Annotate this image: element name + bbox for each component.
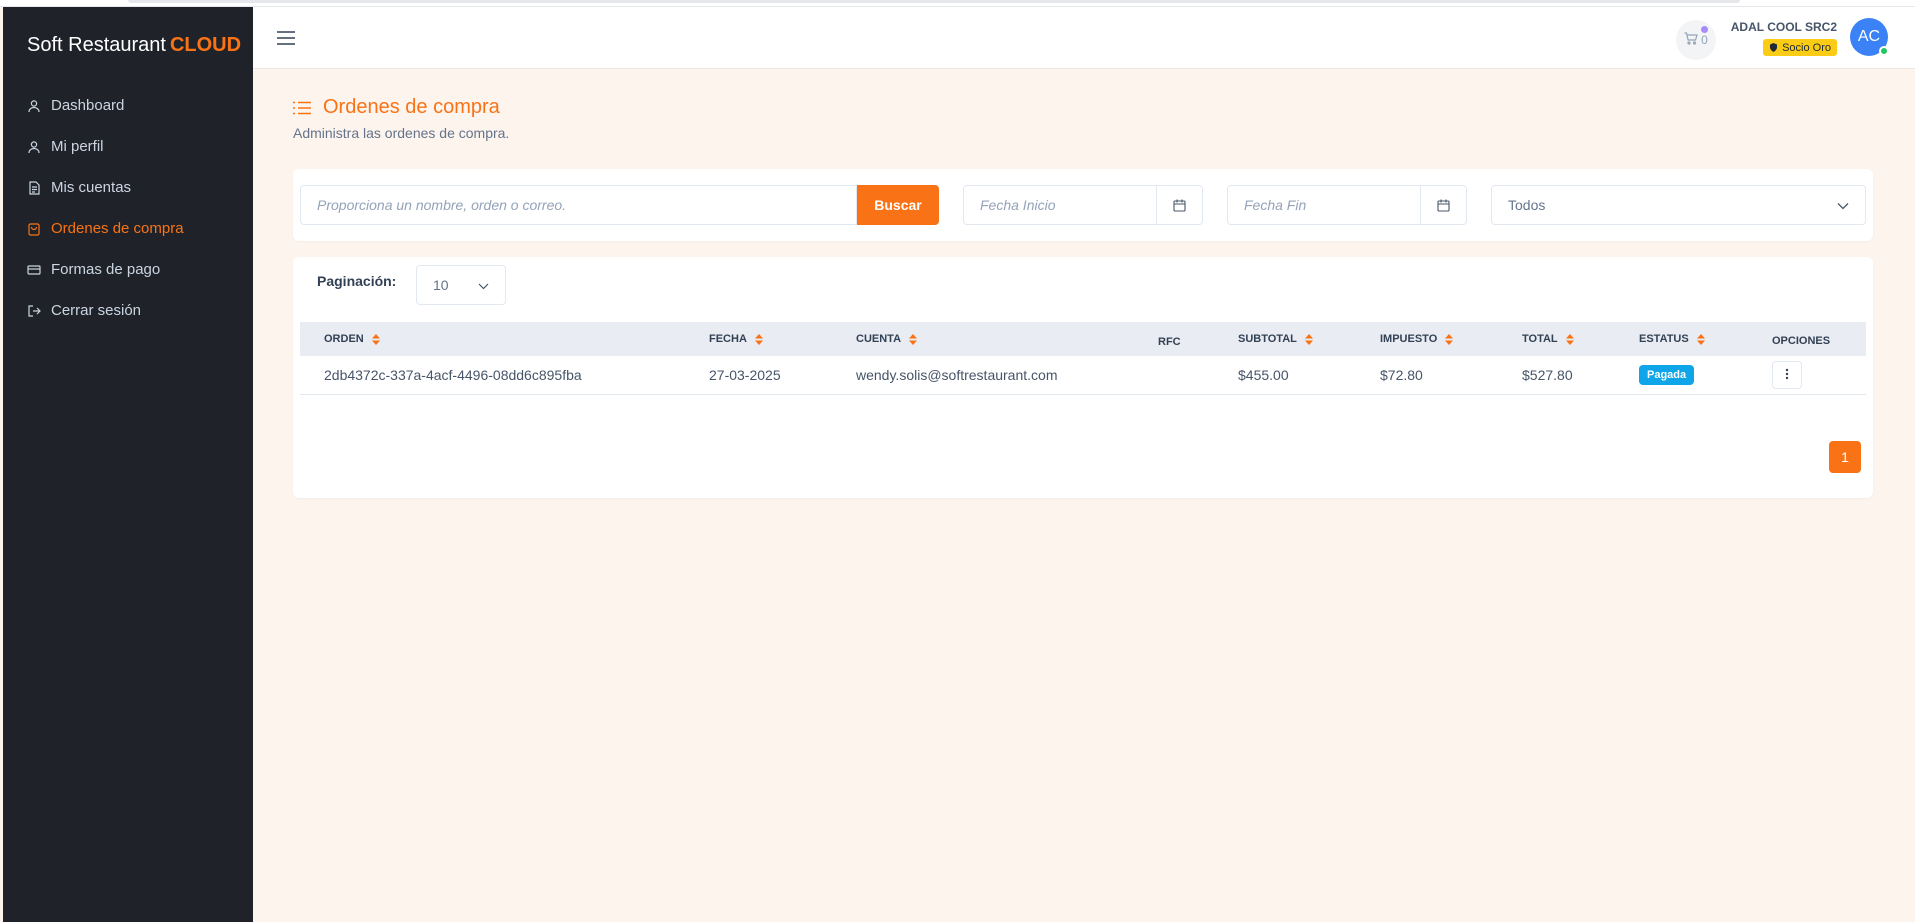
page-size-value: 10 (433, 277, 449, 293)
sidebar-item-cerrar-sesion[interactable]: Cerrar sesión (3, 290, 253, 331)
sidebar-item-formas-de-pago[interactable]: Formas de pago (3, 249, 253, 290)
column-header-rfc: RFC (1158, 336, 1181, 348)
pagination-label: Paginación: (317, 273, 397, 289)
cell-rfc (1134, 356, 1214, 394)
calendar-icon[interactable] (1420, 186, 1466, 224)
chevron-down-icon (1837, 197, 1849, 213)
brand-logo[interactable]: Soft Restaurant CLOUD (27, 34, 241, 57)
column-header-estatus[interactable]: ESTATUS (1615, 322, 1748, 356)
sort-icon[interactable] (909, 333, 918, 345)
sort-icon[interactable] (1696, 333, 1705, 345)
sidebar-item-label: Mi perfil (51, 138, 104, 155)
user-icon (27, 99, 41, 113)
brand-accent: CLOUD (169, 34, 242, 56)
credit-card-icon (27, 263, 41, 277)
membership-badge: Socio Oro (1763, 39, 1837, 56)
column-header-cuenta[interactable]: CUENTA (832, 322, 1134, 356)
date-end-field (1227, 185, 1467, 225)
table-row: 2db4372c-337a-4acf-4496-08dd6c895fba 27-… (300, 356, 1866, 394)
logout-icon (27, 304, 41, 318)
sidebar-item-ordenes-de-compra[interactable]: Ordenes de compra (3, 208, 253, 249)
sidebar-item-label: Cerrar sesión (51, 302, 142, 319)
date-end-input[interactable] (1228, 186, 1420, 224)
sidebar: Soft Restaurant CLOUD Dashboard Mi perfil… (3, 7, 253, 922)
sidebar-item-mi-perfil[interactable]: Mi perfil (3, 126, 253, 167)
list-icon (293, 101, 311, 115)
column-header-subtotal[interactable]: SUBTOTAL (1214, 322, 1356, 356)
page-size-select[interactable]: 10 (416, 265, 506, 305)
cell-subtotal: $455.00 (1238, 366, 1289, 383)
page-title: Ordenes de compra (293, 96, 500, 119)
status-badge: Pagada (1639, 364, 1695, 385)
calendar-icon[interactable] (1156, 186, 1202, 224)
cell-total: $527.80 (1522, 366, 1573, 383)
search-input[interactable] (300, 185, 857, 225)
sidebar-item-label: Formas de pago (51, 261, 161, 278)
top-header: 0 ADAL COOL SRC2 Socio Oro AC (253, 7, 1915, 69)
hamburger-menu-icon[interactable] (277, 31, 295, 45)
column-header-total[interactable]: TOTAL (1498, 322, 1615, 356)
cell-fecha: 27-03-2025 (709, 366, 781, 383)
column-header-orden[interactable]: ORDEN (300, 322, 685, 356)
column-header-fecha[interactable]: FECHA (685, 322, 832, 356)
column-header-opciones: OPCIONES (1772, 335, 1831, 347)
shield-icon (1769, 43, 1778, 52)
browser-tab-edge (128, 0, 1740, 3)
search-button[interactable]: Buscar (857, 185, 939, 225)
user-name: ADAL COOL SRC2 (1730, 20, 1837, 34)
sidebar-item-label: Ordenes de compra (51, 220, 184, 237)
user-icon (27, 140, 41, 154)
table-header-row: ORDEN FECHA CUENTA RFC SUBTOTAL IMPUESTO… (300, 322, 1866, 356)
status-filter-value: Todos (1508, 197, 1546, 213)
sort-icon[interactable] (754, 333, 763, 345)
notification-dot (1701, 26, 1708, 33)
orders-table: ORDEN FECHA CUENTA RFC SUBTOTAL IMPUESTO… (300, 322, 1866, 395)
page-heading: Ordenes de compra (323, 96, 500, 118)
online-status-dot (1879, 46, 1889, 56)
cart-icon (1684, 32, 1698, 48)
cell-cuenta: wendy.solis@softrestaurant.com (856, 366, 1058, 383)
avatar-initials: AC (1857, 28, 1881, 45)
bag-icon (27, 222, 41, 236)
filters-card: Buscar Todos (293, 169, 1873, 241)
orders-table-card: Paginación: 10 ORDEN FECHA CUENTA RFC SU… (293, 257, 1873, 498)
pagination-page-button[interactable]: 1 (1829, 441, 1861, 473)
more-vertical-icon (1785, 367, 1789, 383)
page-subtitle: Administra las ordenes de compra. (293, 125, 510, 141)
date-start-field (963, 185, 1203, 225)
cell-orden: 2db4372c-337a-4acf-4496-08dd6c895fba (324, 366, 582, 383)
status-filter-select[interactable]: Todos (1491, 185, 1866, 225)
avatar[interactable]: AC (1850, 18, 1889, 56)
sidebar-item-label: Dashboard (51, 97, 125, 114)
column-header-impuesto[interactable]: IMPUESTO (1356, 322, 1498, 356)
cell-opciones (1748, 356, 1866, 394)
sort-icon[interactable] (1304, 333, 1313, 345)
sidebar-item-dashboard[interactable]: Dashboard (3, 85, 253, 126)
chevron-down-icon (478, 277, 489, 293)
membership-label: Socio Oro (1782, 41, 1831, 54)
sidebar-nav: Dashboard Mi perfil Mis cuentas Ordenes … (3, 85, 253, 331)
cell-impuesto: $72.80 (1380, 366, 1423, 383)
cart-count: 0 (1701, 33, 1708, 47)
document-icon (27, 180, 41, 195)
sort-icon[interactable] (1445, 333, 1454, 345)
cell-estatus: Pagada (1615, 356, 1748, 394)
brand-name: Soft Restaurant (27, 34, 166, 56)
browser-top-strip (0, 0, 1915, 7)
sidebar-item-label: Mis cuentas (51, 179, 132, 196)
date-start-input[interactable] (964, 186, 1156, 224)
row-options-button[interactable] (1772, 360, 1802, 389)
sort-icon[interactable] (371, 333, 380, 345)
cart-button[interactable]: 0 (1676, 20, 1716, 60)
sidebar-item-mis-cuentas[interactable]: Mis cuentas (3, 167, 253, 208)
sort-icon[interactable] (1565, 333, 1574, 345)
